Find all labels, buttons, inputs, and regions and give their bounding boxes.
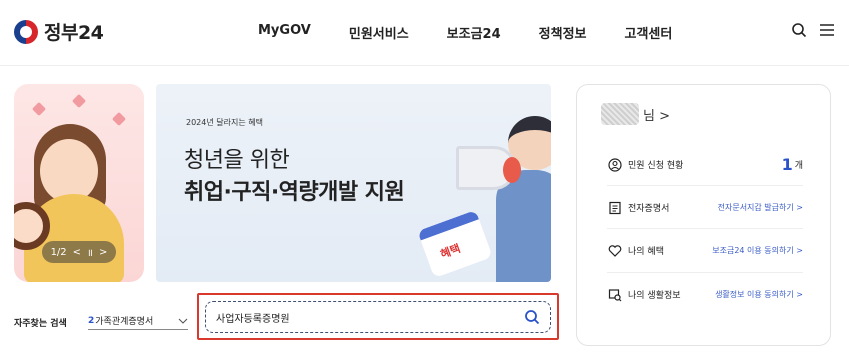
blurred-username [601,103,639,125]
search-input[interactable] [216,311,524,323]
heart-decoration-icon [31,101,47,117]
divider [607,228,803,229]
pager-next-button[interactable]: > [99,247,107,258]
nav-customer-center[interactable]: 고객센터 [625,23,673,42]
taegeuk-logo-icon [14,19,38,44]
pager-current: 1/2 [50,246,67,258]
banner-subtitle: 2024년 달라지는 혜택 [186,118,263,127]
search-icon[interactable] [524,309,540,325]
calendar-illustration: 혜택 [417,209,493,279]
frequent-search-select[interactable]: 2 가족관계증명서 [88,312,188,330]
my-info-panel: 님 > 민원 신청 현황 1 개 전자증명서 전자문서지갑 발급하기 > 나의 … [576,84,831,346]
heart-icon [607,243,622,258]
heart-decoration-icon [71,93,87,109]
nav-policy-info[interactable]: 정책정보 [539,23,587,42]
frequent-rank: 2 [88,315,95,326]
document-icon [607,200,622,215]
life-info-icon [607,287,622,302]
person-circle-icon [607,157,622,172]
heart-decoration-icon [111,111,127,127]
divider [607,185,803,186]
user-suffix: 님 > [643,108,670,124]
header-icons [791,22,835,38]
search-icon[interactable] [791,22,807,38]
main-banner[interactable]: 2024년 달라지는 혜택 청년을 위한 취업·구직·역량개발 지원 혜택 [156,84,551,282]
megaphone-illustration [456,146,521,190]
banner-title-line2: 취업·구직·역량개발 지원 [184,180,405,205]
banner-pager: 1/2 < ॥ > [42,241,116,263]
menu-icon[interactable] [819,22,835,38]
life-info-consent-link[interactable]: 생활정보 이용 동의하기 > [715,289,803,300]
banner-title-line1: 청년을 위한 [184,148,290,173]
e-wallet-issue-link[interactable]: 전자문서지갑 발급하기 > [718,202,803,213]
nav-subsidy24[interactable]: 보조금24 [447,23,501,42]
chevron-down-icon [178,318,188,324]
divider [607,272,803,273]
application-count: 1 [781,155,793,174]
subsidy24-consent-link[interactable]: 보조금24 이용 동의하기 > [712,245,803,256]
row-label: 나의 생활정보 [628,291,681,301]
logo-text: 정부24 [44,22,104,44]
search-highlight-box [197,293,559,340]
nav-civil-services[interactable]: 민원서비스 [349,23,409,42]
row-my-benefits[interactable]: 나의 혜택 보조금24 이용 동의하기 > [607,243,803,258]
row-label: 나의 혜택 [628,247,664,257]
count-unit: 개 [794,161,803,171]
user-name-link[interactable]: 님 > [601,103,670,125]
pager-pause-button[interactable]: ॥ [87,245,93,259]
frequent-term: 가족관계증명서 [95,317,154,327]
calendar-badge-text: 혜택 [438,241,463,262]
row-label: 전자증명서 [628,204,670,214]
nav-mygov[interactable]: MyGOV [258,23,311,42]
logo[interactable]: 정부24 [14,18,104,45]
row-e-certificate[interactable]: 전자증명서 전자문서지갑 발급하기 > [607,200,803,215]
row-life-info[interactable]: 나의 생활정보 생활정보 이용 동의하기 > [607,287,803,302]
main-nav: MyGOV 민원서비스 보조금24 정책정보 고객센터 [258,23,710,42]
row-label: 민원 신청 현황 [628,161,684,171]
search-box [205,301,551,333]
row-application-status[interactable]: 민원 신청 현황 1 개 [607,155,803,174]
frequent-search-label: 자주찾는 검색 [14,319,67,329]
header: 정부24 MyGOV 민원서비스 보조금24 정책정보 고객센터 [0,0,849,66]
pager-prev-button[interactable]: < [73,247,81,258]
